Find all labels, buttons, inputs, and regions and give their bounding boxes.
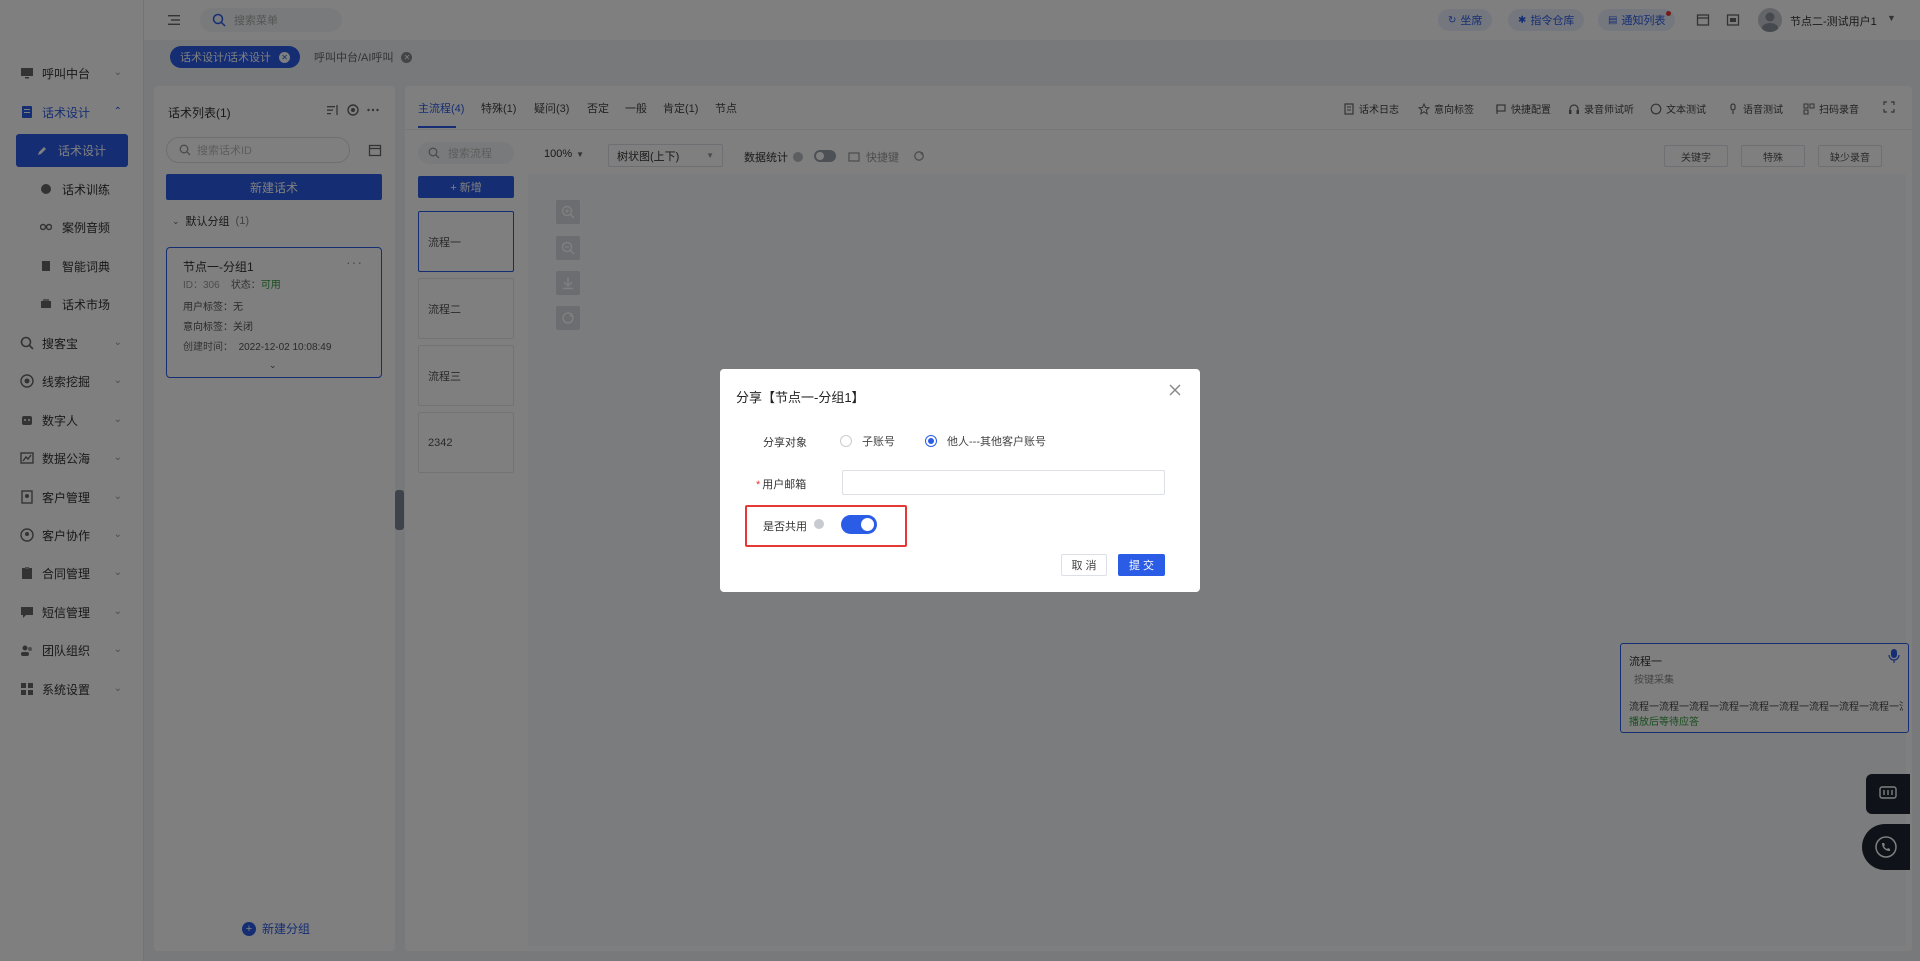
cancel-button[interactable]: 取 消 [1061, 554, 1107, 576]
radio-other-account[interactable]: 他人---其他客户账号 [925, 433, 1046, 449]
email-field[interactable] [842, 470, 1165, 495]
share-target-label: 分享对象 [763, 437, 807, 449]
close-icon[interactable] [1168, 383, 1182, 397]
help-icon[interactable] [814, 519, 824, 529]
share-dialog: 分享【节点一-分组1】 分享对象 子账号 他人---其他客户账号 * 用户邮箱 是… [720, 369, 1200, 592]
shared-label: 是否共用 [763, 521, 807, 533]
shared-toggle[interactable] [841, 515, 877, 534]
dialog-title: 分享【节点一-分组1】 [736, 390, 865, 405]
submit-button[interactable]: 提 交 [1118, 554, 1165, 576]
radio-circle [925, 435, 937, 447]
required-star: * [756, 479, 761, 491]
radio-sub-account[interactable]: 子账号 [840, 433, 895, 449]
email-label: * 用户邮箱 [756, 479, 807, 491]
radio-circle [840, 435, 852, 447]
